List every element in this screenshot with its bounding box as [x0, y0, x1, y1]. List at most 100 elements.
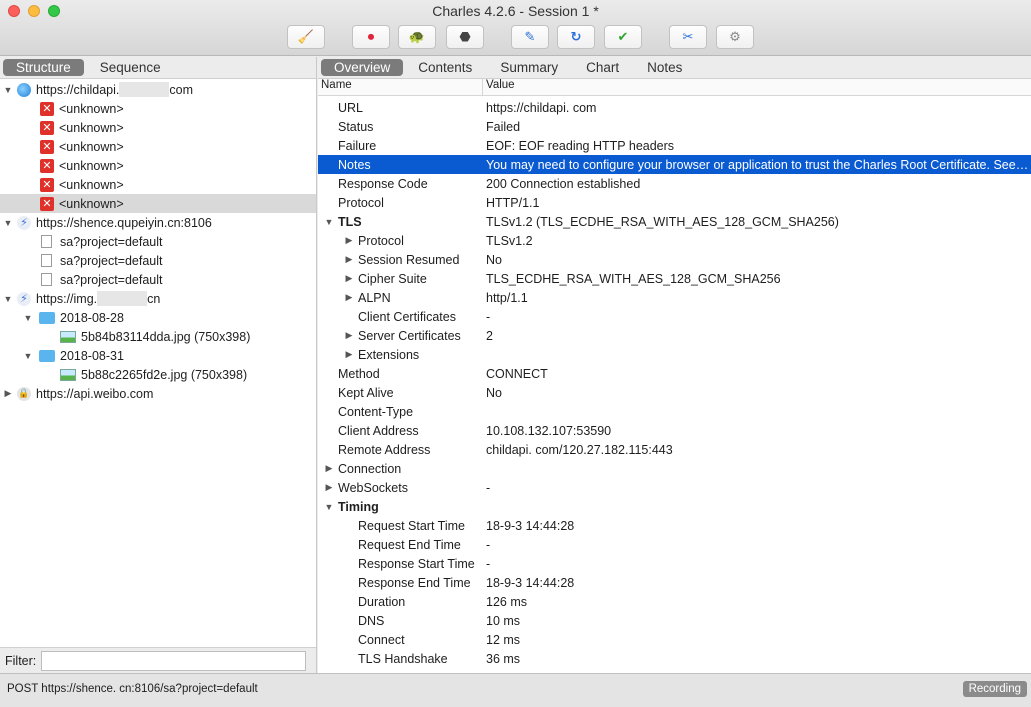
tree-item-image[interactable]: 5b88c2265fd2e.jpg (750x398) — [0, 365, 316, 384]
tree-item-label: https://shence.qupeiyin.cn:8106 — [36, 215, 212, 230]
filter-input[interactable] — [41, 650, 307, 671]
column-header-value[interactable]: Value — [483, 79, 515, 95]
row-name: Notes — [338, 157, 371, 172]
table-row[interactable]: Response Start Time - — [318, 554, 1031, 573]
table-row[interactable]: ▶ Cipher Suite TLS_ECDHE_RSA_WITH_AES_128_… — [318, 269, 1031, 288]
disclosure-collapsed-icon[interactable]: ▶ — [342, 349, 356, 360]
right-tab-bar: Overview Contents Summary Chart Notes — [318, 57, 1031, 79]
table-row[interactable]: ▶ Session Resumed No — [318, 250, 1031, 269]
record-button[interactable]: ⏺ — [352, 25, 390, 49]
table-row[interactable]: Request End Time - — [318, 535, 1031, 554]
table-row[interactable]: Content-Type — [318, 402, 1031, 421]
tree-item-host-img[interactable]: ▼ ⚡ https://img. cn — [0, 289, 316, 308]
disclosure-expanded-icon[interactable]: ▼ — [3, 294, 13, 304]
tree-item-request[interactable]: sa?project=default — [0, 270, 316, 289]
tree-item-request[interactable]: sa?project=default — [0, 232, 316, 251]
disclosure-expanded-icon[interactable]: ▼ — [3, 218, 13, 228]
table-row[interactable]: ▶ ALPN http/1.1 — [318, 288, 1031, 307]
tab-summary[interactable]: Summary — [487, 59, 571, 76]
left-tab-bar: Structure Sequence — [0, 57, 316, 79]
disclosure-collapsed-icon[interactable]: ▶ — [322, 463, 336, 474]
table-row[interactable]: Remote Address childapi. com/120.27.182.1… — [318, 440, 1031, 459]
breakpoints-button[interactable]: ⬣ — [446, 25, 484, 49]
table-row[interactable]: Kept Alive No — [318, 383, 1031, 402]
row-name-cell: ▶ ALPN — [318, 291, 486, 305]
table-row[interactable]: Protocol HTTP/1.1 — [318, 193, 1031, 212]
disclosure-collapsed-icon[interactable]: ▶ — [342, 235, 356, 246]
disclosure-expanded-icon[interactable]: ▼ — [322, 217, 336, 227]
table-row[interactable]: Response Code 200 Connection established — [318, 174, 1031, 193]
validate-button[interactable]: ✔ — [604, 25, 642, 49]
table-row-selected[interactable]: Notes You may need to configure your brow… — [318, 155, 1031, 174]
table-row[interactable]: Failure EOF: EOF reading HTTP headers — [318, 136, 1031, 155]
table-row[interactable]: Client Certificates - — [318, 307, 1031, 326]
disclosure-collapsed-icon[interactable]: ▶ — [342, 273, 356, 284]
table-row-group-tls[interactable]: ▼ TLS TLSv1.2 (TLS_ECDHE_RSA_WITH_AES_128_… — [318, 212, 1031, 231]
table-row[interactable]: ▶ Server Certificates 2 — [318, 326, 1031, 345]
tab-contents[interactable]: Contents — [405, 59, 485, 76]
row-value: - — [486, 480, 491, 495]
row-name: Timing — [338, 499, 379, 514]
row-name-cell: ▶ Connection — [318, 462, 486, 476]
tree-item-host-shence[interactable]: ▼ ⚡ https://shence.qupeiyin.cn:8106 — [0, 213, 316, 232]
tab-structure[interactable]: Structure — [3, 59, 84, 76]
error-icon: ✕ — [40, 101, 54, 116]
row-value: - — [486, 537, 491, 552]
tools-button[interactable]: ✂ — [669, 25, 707, 49]
clear-session-button[interactable]: 🧹 — [287, 25, 325, 49]
tree-item-unknown[interactable]: ✕ <unknown> — [0, 175, 316, 194]
tree-item-label: <unknown> — [59, 101, 124, 116]
table-row[interactable]: URL https://childapi. com — [318, 98, 1031, 117]
recording-status-button[interactable]: Recording — [962, 681, 1027, 697]
tab-chart[interactable]: Chart — [573, 59, 632, 76]
table-row[interactable]: Client Address 10.108.132.107:53590 — [318, 421, 1031, 440]
tab-sequence[interactable]: Sequence — [87, 59, 174, 76]
tree-item-unknown[interactable]: ✕ <unknown> — [0, 156, 316, 175]
tree-item-folder[interactable]: ▼ 2018-08-28 — [0, 308, 316, 327]
disclosure-expanded-icon[interactable]: ▼ — [322, 502, 336, 512]
tree-item-image[interactable]: 5b84b83114dda.jpg (750x398) — [0, 327, 316, 346]
table-row[interactable]: DNS 10 ms — [318, 611, 1031, 630]
tree-item-unknown-selected[interactable]: ✕ <unknown> — [0, 194, 316, 213]
disclosure-collapsed-icon[interactable]: ▶ — [322, 482, 336, 493]
disclosure-collapsed-icon[interactable]: ▶ — [342, 254, 356, 265]
table-row-group-timing[interactable]: ▼ Timing — [318, 497, 1031, 516]
settings-button[interactable]: ⚙ — [716, 25, 754, 49]
throttle-button[interactable]: 🐢 — [398, 25, 436, 49]
table-row[interactable]: Request Start Time 18-9-3 14:44:28 — [318, 516, 1031, 535]
disclosure-expanded-icon[interactable]: ▼ — [23, 351, 33, 361]
tree-item-host-childapi[interactable]: ▼ https://childapi. com — [0, 80, 316, 99]
table-row[interactable]: ▶ Protocol TLSv1.2 — [318, 231, 1031, 250]
throttle-turtle-icon: 🐢 — [408, 29, 426, 44]
tree-item-request[interactable]: sa?project=default — [0, 251, 316, 270]
row-value: 12 ms — [486, 632, 521, 647]
disclosure-expanded-icon[interactable]: ▼ — [23, 313, 33, 323]
table-row[interactable]: Connect 12 ms — [318, 630, 1031, 649]
table-row-group-websockets[interactable]: ▶ WebSockets - — [318, 478, 1031, 497]
table-row[interactable]: Status Failed — [318, 117, 1031, 136]
table-row-group-connection[interactable]: ▶ Connection — [318, 459, 1031, 478]
table-row[interactable]: Method CONNECT — [318, 364, 1031, 383]
column-header: Name Value — [318, 79, 1031, 96]
table-row[interactable]: Response End Time 18-9-3 14:44:28 — [318, 573, 1031, 592]
tree-item-folder[interactable]: ▼ 2018-08-31 — [0, 346, 316, 365]
tab-notes[interactable]: Notes — [634, 59, 695, 76]
disclosure-collapsed-icon[interactable]: ▶ — [342, 292, 356, 303]
disclosure-expanded-icon[interactable]: ▼ — [3, 85, 13, 95]
table-row[interactable]: ▶ Extensions — [318, 345, 1031, 364]
tree-item-unknown[interactable]: ✕ <unknown> — [0, 137, 316, 156]
tree-item-host-weibo[interactable]: ▶ 🔒 https://api.weibo.com — [0, 384, 316, 403]
tree-item-unknown[interactable]: ✕ <unknown> — [0, 99, 316, 118]
disclosure-collapsed-icon[interactable]: ▶ — [342, 330, 356, 341]
column-header-name[interactable]: Name — [318, 79, 483, 95]
tab-overview[interactable]: Overview — [321, 59, 404, 76]
table-row[interactable]: Duration 126 ms — [318, 592, 1031, 611]
compose-button[interactable]: ✎ — [511, 25, 549, 49]
tree-item-unknown[interactable]: ✕ <unknown> — [0, 118, 316, 137]
repeat-button[interactable]: ↻ — [557, 25, 595, 49]
lightning-bolt-icon: ⚡ — [17, 291, 31, 306]
disclosure-collapsed-icon[interactable]: ▶ — [3, 388, 13, 399]
tree-item-label: sa?project=default — [60, 253, 163, 268]
table-row[interactable]: TLS Handshake 36 ms — [318, 649, 1031, 668]
tree-item-label: https://api.weibo.com — [36, 386, 154, 401]
